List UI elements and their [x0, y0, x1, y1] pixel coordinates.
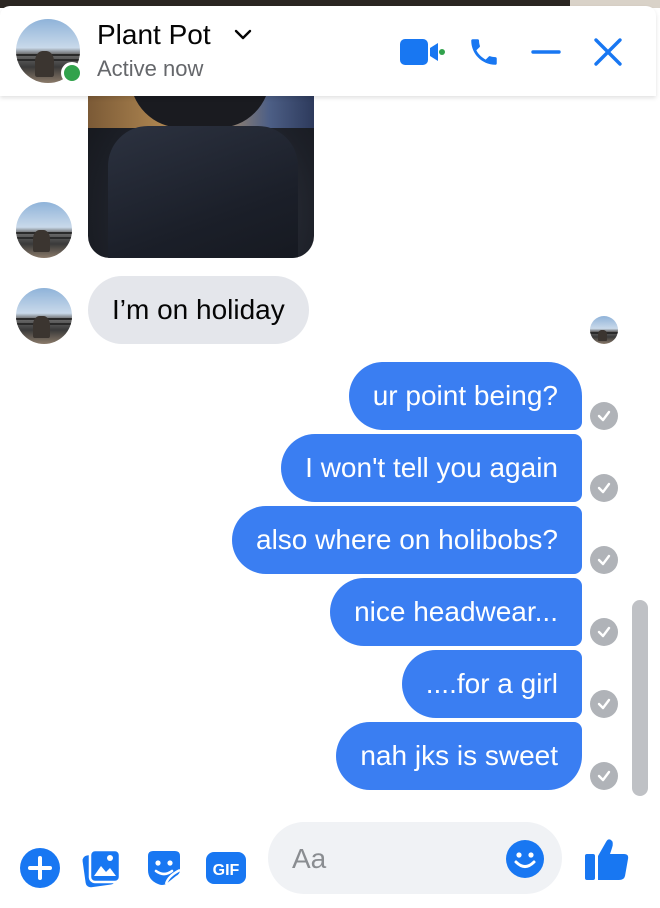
- svg-text:GIF: GIF: [213, 862, 240, 879]
- close-button[interactable]: [588, 32, 628, 72]
- message-composer[interactable]: [268, 822, 562, 896]
- video-call-icon: [400, 39, 445, 65]
- outgoing-message[interactable]: nah jks is sweet: [336, 722, 582, 790]
- gif-icon: GIF: [206, 852, 246, 884]
- photo-icon: [82, 848, 122, 888]
- sent-check-icon: [590, 474, 618, 502]
- minimize-icon: [531, 50, 561, 54]
- incoming-message[interactable]: I’m on holiday: [88, 276, 309, 344]
- sent-check-icon: [590, 690, 618, 718]
- minimize-button[interactable]: [526, 32, 566, 72]
- sticker-icon: [148, 851, 181, 885]
- close-icon: [594, 38, 622, 66]
- sent-check-icon: [590, 546, 618, 574]
- chevron-down-icon[interactable]: [234, 28, 252, 42]
- emoji-icon[interactable]: [504, 838, 546, 880]
- outgoing-message[interactable]: nice headwear...: [330, 578, 582, 646]
- sticker-button[interactable]: [140, 844, 188, 892]
- outgoing-message[interactable]: ur point being?: [348, 362, 582, 430]
- message-thread[interactable]: I’m on holiday ur point being? I won't t…: [0, 96, 660, 810]
- composer-bar: GIF: [0, 810, 660, 908]
- shared-photo[interactable]: [88, 96, 314, 258]
- contact-status: Active now: [97, 56, 204, 81]
- message-input[interactable]: [290, 822, 494, 896]
- video-call-button[interactable]: [398, 32, 446, 72]
- scrollbar-thumb[interactable]: [632, 600, 648, 796]
- sent-check-icon: [590, 618, 618, 646]
- outgoing-message[interactable]: also where on holibobs?: [232, 506, 582, 574]
- sent-check-icon: [590, 402, 618, 430]
- online-indicator: [61, 62, 83, 84]
- more-actions-button[interactable]: [16, 844, 64, 892]
- phone-icon: [471, 39, 497, 65]
- sent-check-icon: [590, 762, 618, 790]
- gif-button[interactable]: GIF: [202, 844, 250, 892]
- sender-avatar[interactable]: [16, 202, 72, 258]
- chat-header: Plant Pot Active now: [0, 6, 656, 96]
- outgoing-message[interactable]: ....for a girl: [401, 650, 582, 718]
- attach-photo-button[interactable]: [78, 844, 126, 892]
- sender-avatar[interactable]: [16, 288, 72, 344]
- seen-by-avatar: [590, 316, 618, 344]
- outgoing-message[interactable]: I won't tell you again: [281, 434, 582, 502]
- thumbs-up-icon[interactable]: [582, 834, 632, 884]
- contact-name[interactable]: Plant Pot: [97, 19, 211, 51]
- plus-icon: [20, 848, 60, 888]
- voice-call-button[interactable]: [464, 32, 504, 72]
